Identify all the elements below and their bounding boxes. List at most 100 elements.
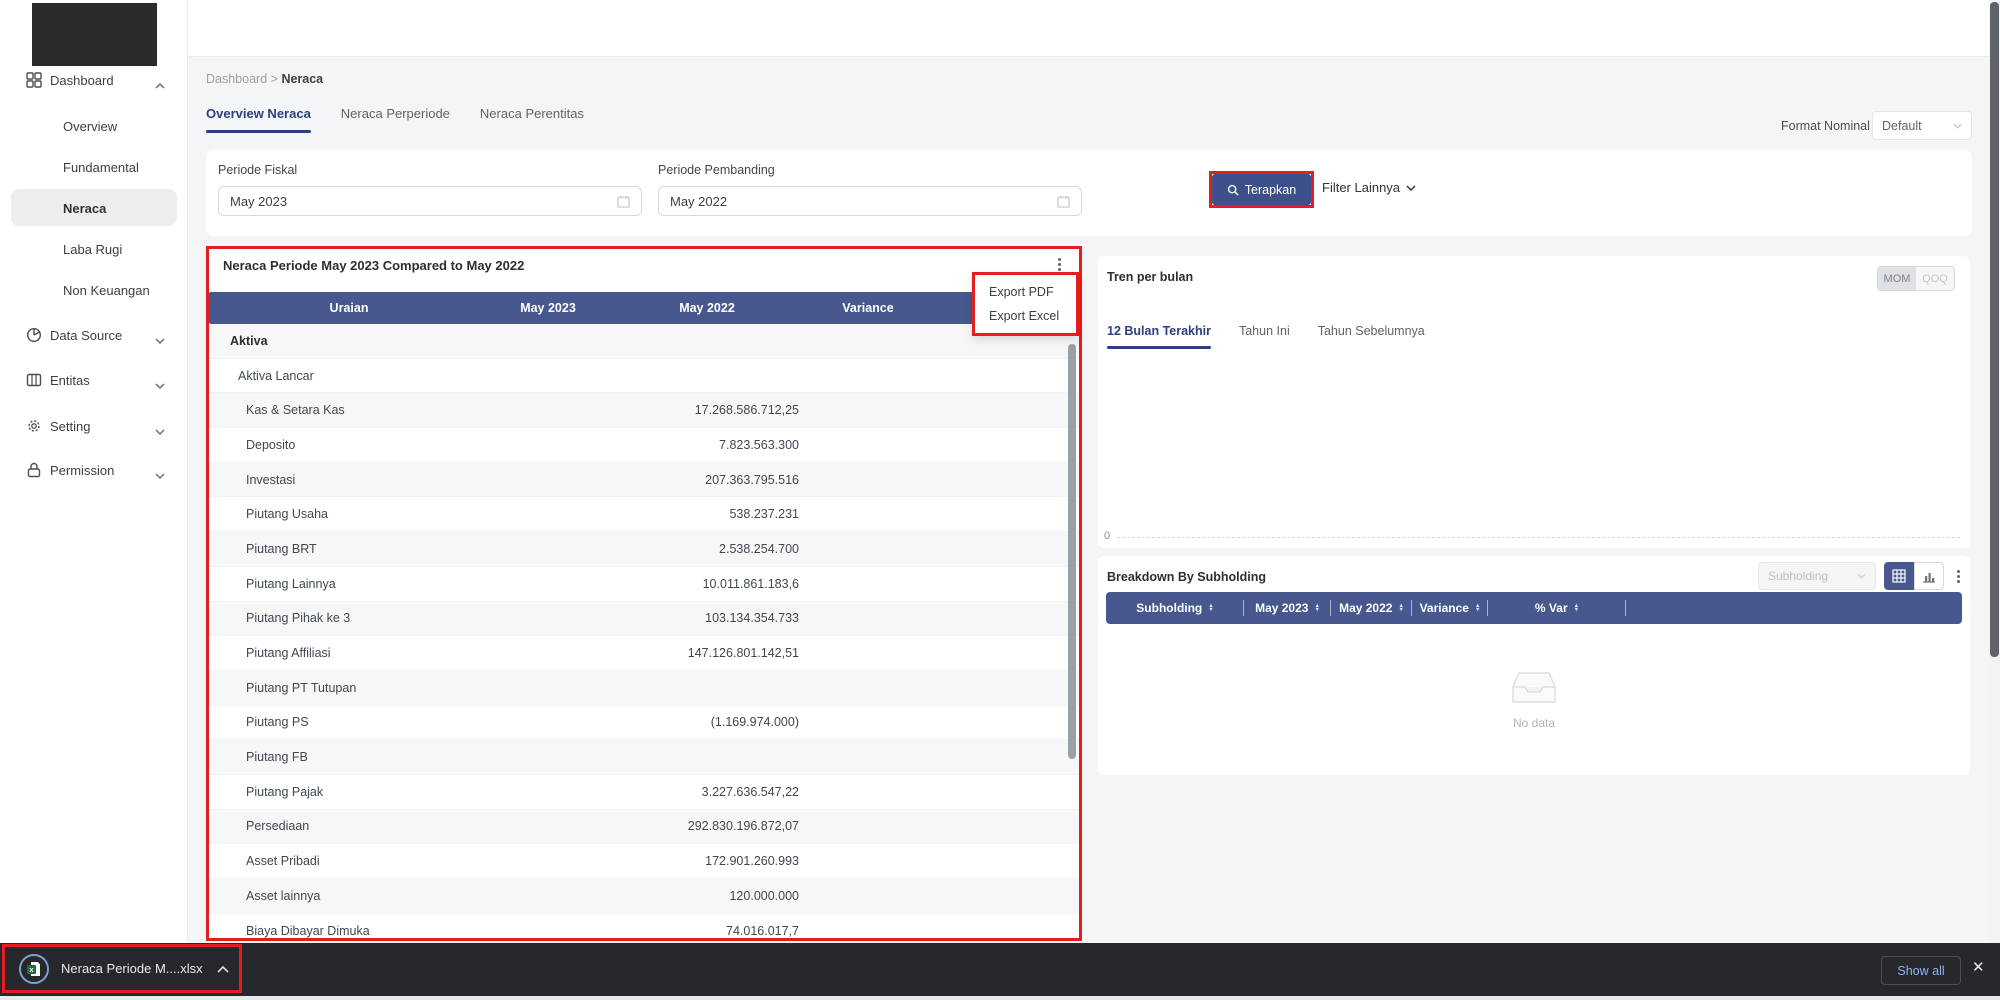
table-row[interactable]: Aktiva Lancar — [209, 359, 1079, 394]
table-row[interactable]: Piutang Usaha538.237.231 — [209, 497, 1079, 532]
breadcrumb: Dashboard > Neraca — [206, 72, 323, 86]
row-label: Piutang Lainnya — [209, 577, 489, 591]
sidebar-item-setting[interactable]: Setting — [0, 411, 188, 441]
sort-icon[interactable]: ▲▼ — [1314, 604, 1319, 612]
sidebar-item-label: Neraca — [63, 201, 188, 216]
table-row[interactable]: Piutang FB — [209, 740, 1079, 775]
breakdown-title: Breakdown By Subholding — [1107, 570, 1266, 584]
kebab-menu-icon[interactable] — [1950, 566, 1966, 586]
toggle-qoq[interactable]: QOQ — [1916, 267, 1954, 290]
page-scrollbar-thumb[interactable] — [1990, 2, 1999, 657]
menu-item-export-pdf[interactable]: Export PDF — [975, 280, 1076, 304]
table-row[interactable]: Aktiva — [209, 324, 1079, 359]
apply-button[interactable]: Terapkan — [1212, 174, 1311, 205]
neraca-table-panel: Neraca Periode May 2023 Compared to May … — [206, 246, 1082, 941]
table-row[interactable]: Investasi207.363.795.516 — [209, 463, 1079, 498]
row-value-may-2022: 3.227.636.547,22 — [607, 785, 807, 799]
tren-card: Tren per bulan MOMQOQ 12 Bulan TerakhirT… — [1098, 256, 1970, 548]
download-chip-annotation: x Neraca Periode M....xlsx — [2, 944, 242, 993]
table-row[interactable]: Persediaan292.830.196.872,07 — [209, 810, 1079, 845]
format-nominal-select[interactable]: Default — [1872, 111, 1972, 140]
compare-period-input[interactable]: May 2022 — [658, 186, 1082, 216]
sort-icon[interactable]: ▲▼ — [1574, 604, 1579, 612]
sort-icon[interactable]: ▲▼ — [1398, 604, 1403, 612]
fiscal-period-input[interactable]: May 2023 — [218, 186, 642, 216]
show-all-button[interactable]: Show all — [1881, 956, 1961, 985]
table-scrollbar[interactable] — [1068, 344, 1076, 759]
calendar-icon — [617, 195, 630, 208]
sort-icon[interactable]: ▲▼ — [1208, 604, 1213, 612]
compare-period-label: Periode Pembanding — [658, 163, 775, 177]
dashboard-icon — [26, 72, 42, 88]
entity-icon — [26, 372, 42, 388]
row-value-may-2022: 10.011.861.183,6 — [607, 577, 807, 591]
breadcrumb-parent[interactable]: Dashboard — [206, 72, 267, 86]
row-label: Asset Pribadi — [209, 854, 489, 868]
sidebar-item-neraca[interactable]: Neraca — [0, 193, 188, 223]
table-row[interactable]: Piutang Pajak3.227.636.547,22 — [209, 775, 1079, 810]
breakdown-column-label: Variance — [1420, 601, 1469, 615]
tren-tab-12-bulan-terakhir[interactable]: 12 Bulan Terakhir — [1107, 324, 1211, 349]
tren-tabs: 12 Bulan Terakhir Tahun Ini Tahun Sebelumn… — [1107, 324, 1453, 349]
sidebar-item-label: Permission — [50, 463, 155, 478]
sidebar-item-laba-rugi[interactable]: Laba Rugi — [0, 234, 188, 264]
tab-overview-neraca[interactable]: Overview Neraca — [206, 106, 311, 133]
menu-item-export-excel[interactable]: Export Excel — [975, 304, 1076, 328]
pie-icon — [26, 327, 42, 343]
filter-more-button[interactable]: Filter Lainnya — [1322, 180, 1416, 195]
subholding-select[interactable]: Subholding — [1758, 562, 1876, 590]
table-row[interactable]: Piutang Pihak ke 3103.134.354.733 — [209, 602, 1079, 637]
sidebar-item-label: Dashboard — [50, 73, 155, 88]
sidebar-item-non-keuangan[interactable]: Non Keuangan — [0, 275, 188, 305]
tab-neraca-perperiode[interactable]: Neraca Perperiode — [341, 106, 450, 133]
table-row[interactable]: Piutang BRT2.538.254.700 — [209, 532, 1079, 567]
neraca-table-title: Neraca Periode May 2023 Compared to May … — [223, 258, 524, 273]
table-grid-icon — [1892, 569, 1906, 583]
main-tabs: Overview Neraca Neraca Perperiode Neraca P… — [206, 106, 614, 133]
row-value-may-2022: 17.268.586.712,25 — [607, 403, 807, 417]
sidebar-item-dashboard[interactable]: Dashboard — [0, 65, 188, 95]
close-icon[interactable]: ✕ — [1972, 958, 1985, 976]
table-view-button[interactable] — [1884, 562, 1914, 590]
chart-view-button[interactable] — [1914, 562, 1944, 590]
breakdown-table-header: Subholding▲▼May 2023▲▼May 2022▲▼Variance… — [1106, 592, 1962, 624]
row-label: Asset lainnya — [209, 889, 489, 903]
sidebar: Dashboard Overview Fundamental Neraca Laba R… — [0, 0, 188, 943]
table-row[interactable]: Piutang Affiliasi147.126.801.142,51 — [209, 636, 1079, 671]
breakdown-column-label: May 2022 — [1339, 601, 1392, 615]
table-row[interactable]: Asset Pribadi172.901.260.993 — [209, 844, 1079, 879]
sidebar-item-overview[interactable]: Overview — [0, 111, 188, 141]
row-value-may-2022: 207.363.795.516 — [607, 473, 807, 487]
chevron-up-icon[interactable] — [217, 962, 229, 976]
table-row[interactable]: Asset lainnya120.000.000 — [209, 879, 1079, 914]
sidebar-item-fundamental[interactable]: Fundamental — [0, 152, 188, 182]
sidebar-item-permission[interactable]: Permission — [0, 455, 188, 485]
table-row[interactable]: Piutang PT Tutupan — [209, 671, 1079, 706]
table-row[interactable]: Piutang Lainnya 10.011.861.183,6 — [209, 567, 1079, 602]
table-row[interactable]: Piutang PS(1.169.974.000) — [209, 706, 1079, 741]
toggle-mom[interactable]: MOM — [1878, 267, 1916, 290]
row-value-may-2022: 74.016.017,7 — [607, 924, 807, 938]
chevron-down-icon — [1406, 185, 1416, 191]
excel-file-icon[interactable]: x — [19, 954, 49, 984]
sidebar-item-label: Overview — [63, 119, 188, 134]
zero-baseline — [1117, 537, 1960, 538]
chevron-down-icon — [1857, 573, 1866, 579]
tab-neraca-perentitas[interactable]: Neraca Perentitas — [480, 106, 584, 133]
sort-icon[interactable]: ▲▼ — [1475, 604, 1480, 612]
table-row[interactable]: Kas & Setara Kas17.268.586.712,25 — [209, 393, 1079, 428]
table-row[interactable]: Deposito7.823.563.300 — [209, 428, 1079, 463]
tren-tab-tahun-sebelumnya[interactable]: Tahun Sebelumnya — [1318, 324, 1425, 349]
show-all-label: Show all — [1897, 964, 1944, 978]
filter-more-label: Filter Lainnya — [1322, 180, 1400, 195]
chevron-down-icon — [155, 467, 165, 473]
download-file-name[interactable]: Neraca Periode M....xlsx — [61, 961, 203, 976]
sidebar-item-data-source[interactable]: Data Source — [0, 320, 188, 350]
row-value-may-2022: 103.134.354.733 — [607, 611, 807, 625]
y-axis-zero-label: 0 — [1104, 530, 1110, 542]
sidebar-item-entitas[interactable]: Entitas — [0, 365, 188, 395]
table-row[interactable]: Biaya Dibayar Dimuka74.016.017,7 — [209, 914, 1079, 941]
tren-tab-tahun-ini[interactable]: Tahun Ini — [1239, 324, 1290, 349]
sidebar-item-label: Non Keuangan — [63, 283, 188, 298]
kebab-menu-icon[interactable] — [1051, 254, 1067, 274]
